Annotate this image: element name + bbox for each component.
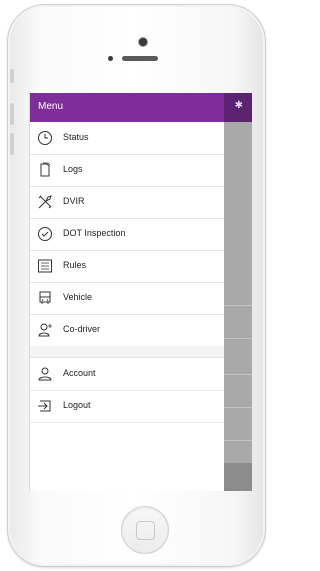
menu-item-account[interactable]: Account [30,358,224,391]
logout-icon [38,400,51,412]
clock-icon [38,131,52,145]
earpiece-speaker [122,56,158,61]
dimmed-background-content[interactable] [224,122,252,491]
home-button[interactable] [121,506,169,554]
menu-item-dot-inspection[interactable]: DOT Inspection [30,218,224,251]
dimmed-footer [224,463,252,491]
co-driver-icon [38,323,52,337]
proximity-sensor [108,56,113,61]
menu-item-label: Rules [63,260,87,270]
volume-down-button [10,133,14,155]
menu-section-divider [30,346,224,358]
menu-item-label: Account [63,368,96,378]
menu-item-label: DVIR [63,196,85,206]
menu-item-label: Vehicle [63,292,93,302]
menu-item-label: Logs [63,164,83,174]
menu-item-status[interactable]: Status [30,122,224,155]
menu-item-label: Co-driver [63,324,101,334]
menu-item-co-driver[interactable]: Co-driver [30,314,224,347]
front-camera [139,38,147,46]
menu-item-label: Logout [63,400,91,410]
menu-item-logs[interactable]: Logs [30,154,224,187]
menu-item-rules[interactable]: Rules [30,250,224,283]
menu-item-dvir[interactable]: DVIR [30,186,224,219]
tools-icon [38,195,52,209]
menu-item-vehicle[interactable]: Vehicle [30,282,224,315]
navigation-drawer: Status Logs DVIR DOT Inspection Rules Ve… [30,122,224,491]
bluetooth-icon: ✱ [234,100,243,111]
menu-item-logout[interactable]: Logout [30,390,224,423]
header-right-area[interactable]: ✱ [224,93,252,122]
document-icon [40,162,51,177]
screen: Menu ✱ Status Logs DVIR DOT Inspection R… [29,93,252,491]
check-circle-icon [38,227,52,241]
menu-title: Menu [38,101,64,112]
menu-header: Menu ✱ [30,93,252,122]
truck-icon [39,291,51,304]
mute-switch [10,69,14,83]
volume-up-button [10,103,14,125]
user-icon [38,367,52,381]
menu-item-label: DOT Inspection [63,228,126,238]
list-icon [38,259,52,273]
menu-item-label: Status [63,132,89,142]
